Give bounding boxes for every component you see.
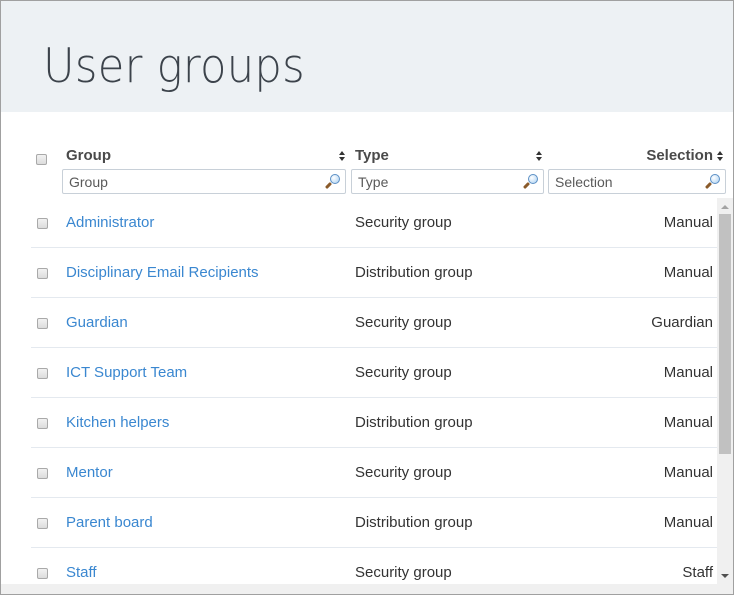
sort-type-icon[interactable] bbox=[536, 151, 543, 162]
table-row[interactable]: Parent board Distribution group Manual bbox=[31, 498, 717, 548]
row-checkbox[interactable] bbox=[37, 368, 48, 379]
selection-filter[interactable] bbox=[548, 169, 726, 194]
table-row[interactable]: Administrator Security group Manual bbox=[31, 198, 717, 248]
table-row[interactable]: Mentor Security group Manual bbox=[31, 448, 717, 498]
search-icon[interactable] bbox=[704, 174, 720, 190]
group-selection: Manual bbox=[663, 214, 713, 231]
group-type: Security group bbox=[355, 314, 452, 331]
group-link[interactable]: ICT Support Team bbox=[66, 364, 187, 381]
group-selection: Guardian bbox=[651, 314, 713, 331]
select-all-checkbox[interactable] bbox=[36, 154, 47, 165]
scrollbar-thumb[interactable] bbox=[719, 214, 731, 454]
group-type: Security group bbox=[355, 464, 452, 481]
search-icon[interactable] bbox=[324, 174, 340, 190]
page-header: User groups bbox=[1, 1, 733, 112]
group-link[interactable]: Parent board bbox=[66, 514, 153, 531]
table-row[interactable]: Kitchen helpers Distribution group Manua… bbox=[31, 398, 717, 448]
group-type: Security group bbox=[355, 364, 452, 381]
row-checkbox[interactable] bbox=[37, 268, 48, 279]
row-checkbox[interactable] bbox=[37, 318, 48, 329]
row-checkbox[interactable] bbox=[37, 218, 48, 229]
group-type: Distribution group bbox=[355, 514, 473, 531]
window: User groups Group Type Selection Adminis… bbox=[0, 0, 734, 595]
selection-filter-input[interactable] bbox=[549, 170, 725, 193]
row-checkbox[interactable] bbox=[37, 418, 48, 429]
group-selection: Manual bbox=[663, 514, 713, 531]
table-row[interactable]: Disciplinary Email Recipients Distributi… bbox=[31, 248, 717, 298]
vertical-scrollbar[interactable] bbox=[717, 198, 733, 584]
group-type: Security group bbox=[355, 214, 452, 231]
type-filter[interactable] bbox=[351, 169, 544, 194]
table-row[interactable]: Guardian Security group Guardian bbox=[31, 298, 717, 348]
column-header-selection[interactable]: Selection bbox=[646, 147, 713, 164]
group-selection: Manual bbox=[663, 364, 713, 381]
group-link[interactable]: Kitchen helpers bbox=[66, 414, 169, 431]
group-type: Distribution group bbox=[355, 414, 473, 431]
group-selection: Staff bbox=[682, 564, 713, 581]
group-list: Administrator Security group Manual Disc… bbox=[1, 198, 717, 594]
sort-selection-icon[interactable] bbox=[717, 151, 724, 162]
group-filter-input[interactable] bbox=[63, 170, 345, 193]
group-type: Distribution group bbox=[355, 264, 473, 281]
group-selection: Manual bbox=[663, 464, 713, 481]
group-link[interactable]: Mentor bbox=[66, 464, 113, 481]
page-title: User groups bbox=[43, 39, 305, 94]
group-filter[interactable] bbox=[62, 169, 346, 194]
table-row[interactable]: ICT Support Team Security group Manual bbox=[31, 348, 717, 398]
group-type: Security group bbox=[355, 564, 452, 581]
group-link[interactable]: Staff bbox=[66, 564, 97, 581]
type-filter-input[interactable] bbox=[352, 170, 543, 193]
group-selection: Manual bbox=[663, 264, 713, 281]
group-link[interactable]: Administrator bbox=[66, 214, 154, 231]
bottom-bar bbox=[1, 584, 733, 594]
row-checkbox[interactable] bbox=[37, 518, 48, 529]
column-header-type[interactable]: Type bbox=[355, 147, 389, 164]
row-checkbox[interactable] bbox=[37, 468, 48, 479]
group-selection: Manual bbox=[663, 414, 713, 431]
group-link[interactable]: Disciplinary Email Recipients bbox=[66, 264, 259, 281]
scroll-up-arrow-icon[interactable] bbox=[717, 198, 733, 214]
row-checkbox[interactable] bbox=[37, 568, 48, 579]
column-header-group[interactable]: Group bbox=[66, 147, 111, 164]
sort-group-icon[interactable] bbox=[339, 151, 346, 162]
group-link[interactable]: Guardian bbox=[66, 314, 128, 331]
scroll-down-arrow-icon[interactable] bbox=[717, 568, 733, 584]
search-icon[interactable] bbox=[522, 174, 538, 190]
